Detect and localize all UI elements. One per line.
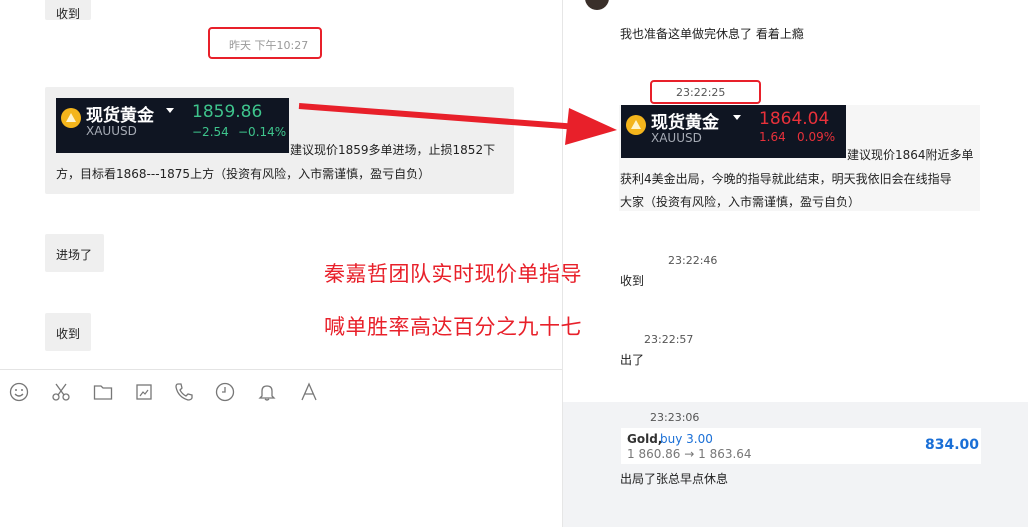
timestamp: 23:23:06 [650,411,700,424]
right-chat-panel: 我也准备这单做完休息了 看着上瘾 23:22:25 现货黄金 XAUUSD 18… [562,0,1028,527]
quote-change: 1.64 [759,130,786,144]
message-bubble: 收到 [45,0,91,21]
quote-symbol: XAUUSD [651,131,702,145]
trade-route: 1 860.86 → 1 863.64 [627,447,752,461]
trade-profit: 834.00 [925,437,980,453]
message-text: 出局了张总早点休息 [620,472,729,486]
quote-card[interactable]: 现货黄金 XAUUSD 1859.86 −2.54 −0.14% [56,98,289,153]
quote-change: −2.54 [192,125,229,139]
trade-asset: Gold, [627,432,663,446]
trade-card[interactable]: Gold, buy 3.00 1 860.86 → 1 863.64 834.0… [621,428,981,464]
overlay-caption: 秦嘉哲团队实时现价单指导 [324,262,582,286]
advice-text: 方，目标看1868---1875上方（投资有风险，入市需谨慎，盈亏自负） [56,167,431,181]
avatar [585,0,609,10]
scissors-icon[interactable] [50,382,72,404]
message-bubble: 进场了 [45,234,104,272]
overlay-caption: 喊单胜率高达百分之九十七 [324,315,582,339]
timestamp: 23:22:46 [668,254,718,267]
chevron-down-icon [166,108,174,113]
red-arrow [298,103,617,145]
gold-coin-icon [61,108,81,128]
quote-price: 1859.86 [192,102,263,122]
quote-price: 1864.04 [759,109,830,129]
advice-text: 大家（投资有风险，入市需谨慎，盈亏自负） [620,195,861,209]
phone-icon[interactable] [173,382,195,404]
composer-divider [0,369,562,370]
advice-text: 建议现价1864附近多单 [847,148,974,162]
message-text: 收到 [56,327,81,341]
message-text: 收到 [56,7,81,21]
bell-icon[interactable] [256,382,278,404]
clock-icon[interactable] [214,382,236,404]
timestamp: 23:22:57 [644,333,694,346]
message-text: 进场了 [56,248,93,262]
message-block-background [563,402,1028,527]
chevron-down-icon [733,115,741,120]
trade-action: buy 3.00 [660,432,713,446]
screenshot-icon[interactable] [133,382,155,404]
quote-change-pct: 0.09% [797,130,836,144]
quote-symbol: XAUUSD [86,124,137,138]
message-text: 我也准备这单做完休息了 看着上瘾 [620,27,804,41]
font-icon[interactable] [298,382,320,404]
quote-change-pct: −0.14% [238,125,287,139]
message-bubble: 收到 [45,313,91,351]
message-text: 收到 [620,274,645,288]
timestamp: 23:22:25 [676,86,726,99]
quote-name: 现货黄金 [651,113,719,133]
timestamp: 昨天 下午10:27 [229,39,309,52]
gold-coin-icon [626,115,646,135]
quote-card[interactable]: 现货黄金 XAUUSD 1864.04 1.64 0.09% [621,105,846,158]
smile-icon[interactable] [8,382,30,404]
message-text: 出了 [620,353,645,367]
quote-name: 现货黄金 [86,106,154,126]
folder-icon[interactable] [92,382,114,404]
